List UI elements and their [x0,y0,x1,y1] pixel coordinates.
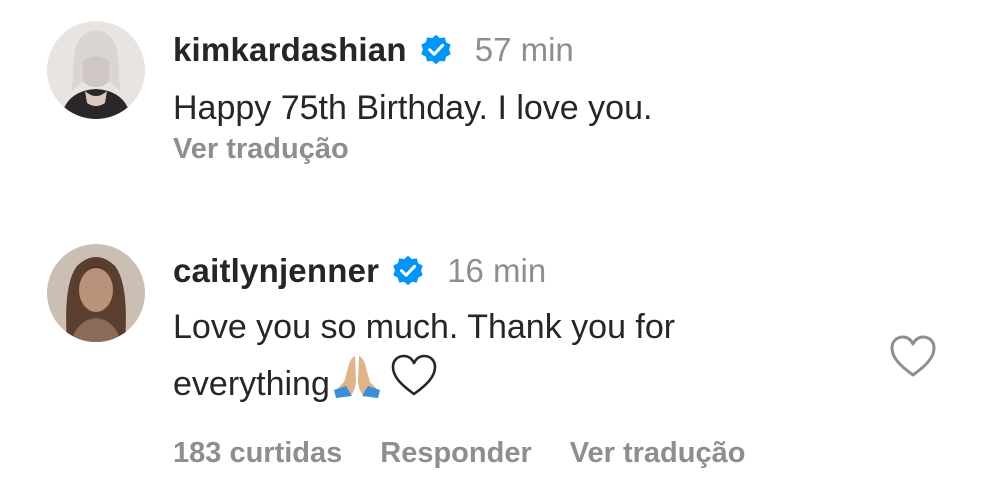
verified-badge-icon [391,254,425,288]
comment-text-line: everything [173,354,745,414]
comment-text-word: everything [173,365,330,403]
comment-item: caitlynjenner 16 min Love you so much. T… [0,228,984,501]
folded-hands-emoji-icon [332,354,382,414]
comment-body: kimkardashian 57 min Happy 75th Birthday… [173,28,652,166]
comment-text: Happy 75th Birthday. I love you. [173,89,653,127]
comment-text-line: Love you so much. Thank you for [173,308,676,346]
comment-time: 16 min [447,252,547,289]
heart-outline-icon[interactable] [889,335,937,379]
avatar[interactable] [47,21,145,119]
comment-text: Love you so much. Thank you for everythi… [173,300,745,414]
white-heart-emoji-icon [390,354,438,414]
comment-header: kimkardashian 57 min [173,28,652,72]
avatar[interactable] [47,244,145,342]
comment-actions: 183 curtidas Responder Ver tradução [173,437,745,470]
see-translation-link[interactable]: Ver tradução [173,133,652,166]
see-translation-link[interactable]: Ver tradução [570,437,746,470]
comment-time: 57 min [474,31,574,68]
comment-header: caitlynjenner 16 min [173,249,745,293]
reply-button[interactable]: Responder [380,437,531,470]
username[interactable]: kimkardashian [173,31,407,69]
username[interactable]: caitlynjenner [173,252,379,290]
comment-item: kimkardashian 57 min Happy 75th Birthday… [0,0,984,200]
verified-badge-icon [419,33,453,67]
comment-body: caitlynjenner 16 min Love you so much. T… [173,249,745,470]
likes-count[interactable]: 183 curtidas [173,437,342,470]
